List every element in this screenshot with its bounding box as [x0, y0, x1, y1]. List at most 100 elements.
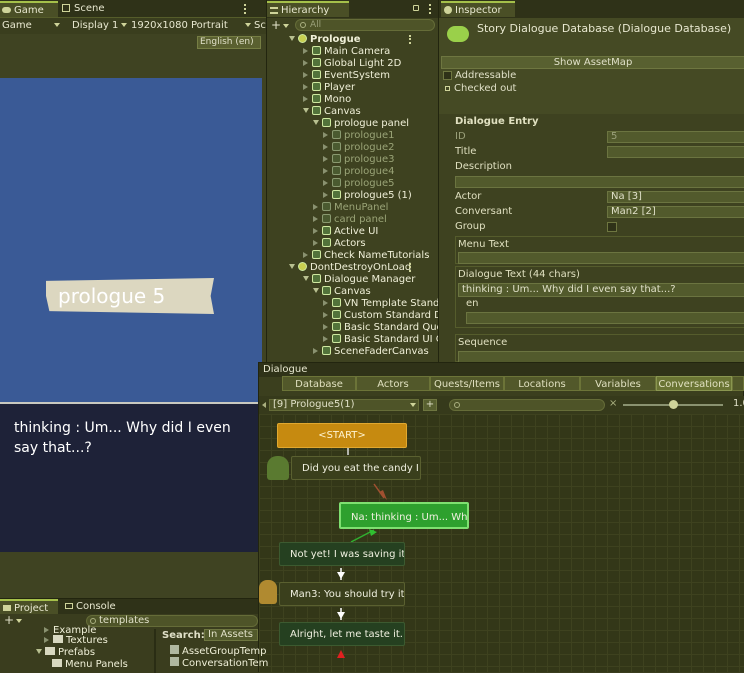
show-assetmap-button[interactable]: Show AssetMap: [441, 56, 744, 69]
collapse-arrow-icon[interactable]: [303, 252, 308, 258]
dialogue-box[interactable]: thinking : Um... Why did I even say that…: [0, 404, 262, 552]
menu-text-field[interactable]: [458, 252, 744, 264]
collapse-arrow-icon[interactable]: [313, 216, 318, 222]
hierarchy-item[interactable]: Canvas: [303, 106, 361, 118]
more-options-icon[interactable]: [409, 263, 411, 272]
tab-hierarchy[interactable]: Hierarchy: [267, 1, 349, 17]
collapse-arrow-icon[interactable]: [303, 84, 308, 90]
clear-search-button[interactable]: ×: [609, 398, 617, 409]
add-object-button[interactable]: +: [271, 18, 281, 32]
collapse-arrow-icon[interactable]: [303, 72, 308, 78]
node-canvas[interactable]: <START> Did you eat the candy I ga Na: t…: [259, 414, 744, 672]
collapse-arrow-icon[interactable]: [323, 192, 328, 198]
node-n5[interactable]: Alright, let me taste it..: [279, 622, 405, 646]
collapse-arrow-icon[interactable]: [323, 180, 328, 186]
tab-variables[interactable]: Variables: [580, 376, 656, 391]
project-tree-item[interactable]: Menu Panels: [52, 659, 128, 671]
display-dropdown[interactable]: Display 1: [72, 20, 118, 31]
collapse-arrow-icon[interactable]: [313, 348, 318, 354]
description-field[interactable]: [455, 176, 744, 188]
more-options-icon[interactable]: [409, 35, 411, 44]
tab-conversations[interactable]: Conversations: [656, 376, 732, 391]
hierarchy-item[interactable]: prologue4: [323, 166, 394, 178]
conversation-dropdown[interactable]: [9] Prologue5(1): [269, 399, 419, 411]
hierarchy-item[interactable]: card panel: [313, 214, 387, 226]
conversant-dropdown[interactable]: Man2 [2]: [607, 206, 744, 218]
collapse-arrow-icon[interactable]: [323, 324, 328, 330]
collapse-arrow-icon[interactable]: [313, 240, 318, 246]
project-tree-item[interactable]: Prefabs: [36, 647, 95, 659]
zoom-value[interactable]: 1.0: [733, 398, 744, 409]
expand-arrow-icon[interactable]: [289, 264, 295, 269]
collapse-arrow-icon[interactable]: [323, 168, 328, 174]
hierarchy-search-input[interactable]: All: [295, 19, 435, 31]
hierarchy-item[interactable]: prologue5 (1): [323, 190, 412, 202]
node-n4[interactable]: Man3: You should try it no: [279, 582, 405, 606]
lock-icon[interactable]: [413, 5, 419, 11]
hierarchy-item[interactable]: Basic Standard Ques: [323, 322, 448, 334]
add-asset-button[interactable]: +: [4, 613, 14, 627]
hierarchy-item[interactable]: Global Light 2D: [303, 58, 401, 70]
hierarchy-item[interactable]: prologue3: [323, 154, 394, 166]
hierarchy-item[interactable]: Canvas: [313, 286, 371, 298]
expand-arrow-icon[interactable]: [289, 36, 295, 41]
tab-project[interactable]: Project: [0, 599, 58, 614]
collapse-arrow-icon[interactable]: [303, 48, 308, 54]
tab-overflow[interactable]: [732, 376, 744, 391]
language-dropdown[interactable]: English (en): [197, 36, 261, 49]
node-start[interactable]: <START>: [277, 423, 407, 448]
hierarchy-item[interactable]: prologue1: [323, 130, 394, 142]
search-result-item[interactable]: ConversationTem: [170, 657, 268, 669]
add-conversation-button[interactable]: +: [423, 399, 437, 411]
project-divider[interactable]: [154, 629, 156, 673]
hierarchy-item[interactable]: MenuPanel: [313, 202, 388, 214]
tab-actors[interactable]: Actors: [356, 376, 430, 391]
tab-console[interactable]: Console: [62, 599, 132, 614]
title-field[interactable]: [607, 146, 744, 158]
hierarchy-item[interactable]: EventSystem: [303, 70, 390, 82]
hierarchy-item[interactable]: Player: [303, 82, 355, 94]
project-tree-item[interactable]: Textures: [44, 635, 108, 647]
dialogue-text-field[interactable]: thinking : Um... Why did I even say that…: [458, 283, 744, 297]
hierarchy-item[interactable]: Main Camera: [303, 46, 390, 58]
hierarchy-item[interactable]: VN Template Standar: [323, 298, 450, 310]
zoom-slider-handle[interactable]: [669, 400, 678, 409]
node-n2[interactable]: Na: thinking : Um... Why d: [339, 502, 469, 529]
hierarchy-item[interactable]: Actors: [313, 238, 366, 250]
tab-scene[interactable]: Scene: [60, 1, 120, 17]
hierarchy-item[interactable]: Custom Standard Dia: [323, 310, 451, 322]
hierarchy-item[interactable]: DontDestroyOnLoad: [289, 262, 411, 274]
collapse-arrow-icon[interactable]: [323, 144, 328, 150]
tab-quests-items[interactable]: Quests/Items: [430, 376, 504, 391]
dialogue-text-en-field[interactable]: [466, 312, 744, 324]
collapse-arrow-icon[interactable]: [323, 336, 328, 342]
hierarchy-item[interactable]: prologue panel: [313, 118, 409, 130]
hierarchy-item[interactable]: Basic Standard UI Qu: [323, 334, 450, 346]
expand-arrow-icon[interactable]: [303, 108, 309, 113]
hierarchy-item[interactable]: Check NameTutorials: [303, 250, 429, 262]
game-mode-dropdown[interactable]: Game: [2, 20, 32, 31]
expand-arrow-icon[interactable]: [313, 120, 319, 125]
hierarchy-item[interactable]: Dialogue Manager: [303, 274, 415, 286]
resolution-dropdown[interactable]: 1920x1080 Portrait: [131, 20, 228, 31]
addressable-checkbox[interactable]: [443, 71, 452, 80]
collapse-arrow-icon[interactable]: [313, 228, 318, 234]
chevron-left-icon[interactable]: [262, 402, 266, 408]
collapse-arrow-icon[interactable]: [303, 60, 308, 66]
in-assets-toggle[interactable]: In Assets: [204, 629, 258, 641]
tab-locations[interactable]: Locations: [504, 376, 580, 391]
collapse-arrow-icon[interactable]: [323, 156, 328, 162]
node-n1[interactable]: Did you eat the candy I ga: [291, 456, 421, 480]
hierarchy-item[interactable]: Active UI: [313, 226, 378, 238]
node-n3[interactable]: Not yet! I was saving it f: [279, 542, 405, 566]
tab-game[interactable]: Game: [0, 1, 58, 17]
node-search-input[interactable]: [449, 399, 605, 411]
more-options-icon[interactable]: [429, 4, 431, 14]
expand-arrow-icon[interactable]: [303, 276, 309, 281]
dialogue-editor-title[interactable]: Dialogue: [263, 364, 307, 375]
collapse-arrow-icon[interactable]: [323, 312, 328, 318]
search-result-item[interactable]: AssetGroupTemp: [170, 645, 266, 657]
group-checkbox[interactable]: [607, 222, 617, 232]
collapse-arrow-icon[interactable]: [323, 132, 328, 138]
project-search-input[interactable]: templates: [86, 615, 258, 627]
